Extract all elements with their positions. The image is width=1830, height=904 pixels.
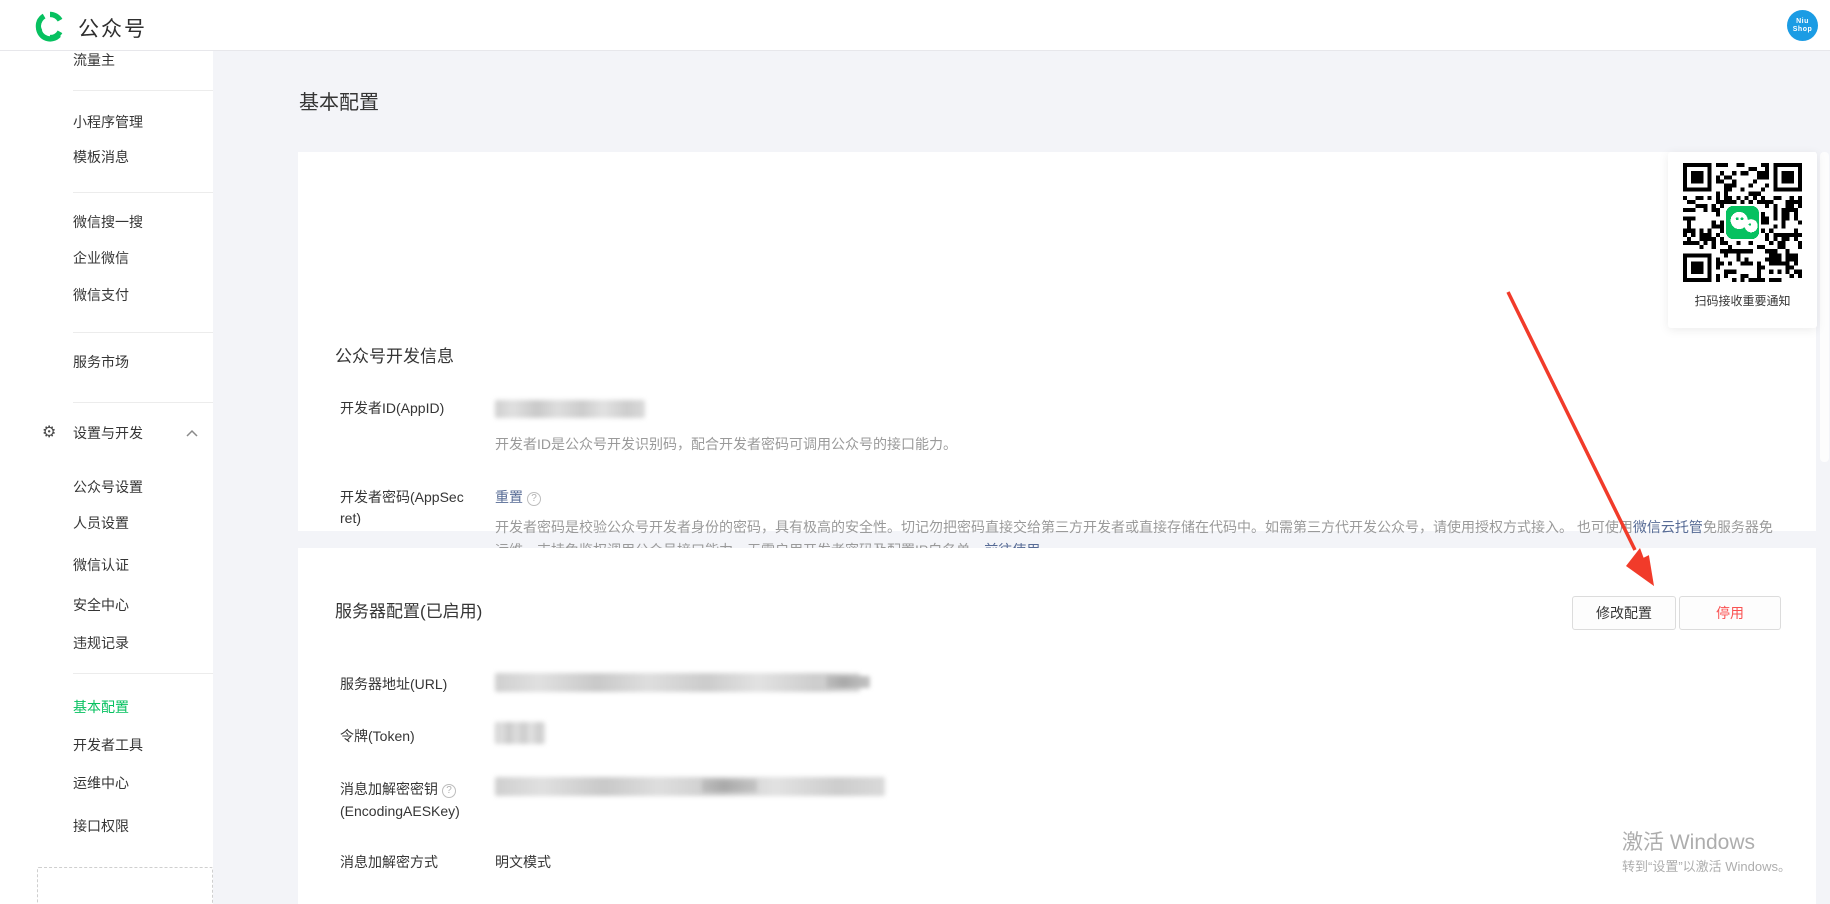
aeskey-value-redacted bbox=[495, 777, 885, 796]
avatar-text-line2: Shop bbox=[1787, 26, 1818, 34]
account-avatar[interactable]: Niu Shop bbox=[1787, 10, 1818, 41]
dev-info-card: 公众号开发信息 开发者ID(AppID) 开发者ID是公众号开发识别码，配合开发… bbox=[298, 152, 1816, 531]
disable-button[interactable]: 停用 bbox=[1679, 596, 1781, 630]
sidebar-item-search[interactable]: 微信搜一搜 bbox=[73, 212, 143, 232]
wechat-mp-logo-icon[interactable] bbox=[34, 10, 66, 42]
sidebar-item-ops-center[interactable]: 运维中心 bbox=[73, 773, 129, 793]
appid-value-redacted bbox=[495, 400, 645, 418]
sidebar-divider bbox=[73, 192, 213, 193]
token-value-redacted bbox=[495, 722, 545, 744]
modify-config-button[interactable]: 修改配置 bbox=[1572, 596, 1676, 630]
qr-code-image bbox=[1683, 163, 1802, 282]
sidebar-item-verification[interactable]: 微信认证 bbox=[73, 555, 129, 575]
sidebar-item-account-settings[interactable]: 公众号设置 bbox=[73, 477, 143, 497]
sidebar-nav: 流量主 小程序管理 模板消息 微信搜一搜 企业微信 微信支付 服务市场 ⚙ 设置… bbox=[0, 51, 213, 904]
encrypt-mode-value: 明文模式 bbox=[495, 852, 551, 872]
sidebar-item-wecom[interactable]: 企业微信 bbox=[73, 248, 129, 268]
sidebar-item-basic-config[interactable]: 基本配置 bbox=[73, 697, 129, 717]
aeskey-help-icon[interactable]: ? bbox=[442, 784, 456, 798]
page-title: 基本配置 bbox=[299, 86, 379, 115]
appsecret-help-icon[interactable]: ? bbox=[527, 492, 541, 506]
sidebar-item-dev-tools[interactable]: 开发者工具 bbox=[73, 735, 143, 755]
encrypt-mode-label: 消息加解密方式 bbox=[340, 852, 438, 872]
app-root: 公众号 Niu Shop 流量主 小程序管理 模板消息 微信搜一搜 企业微信 微… bbox=[0, 0, 1830, 904]
aeskey-label-line2: (EncodingAESKey) bbox=[340, 803, 460, 819]
sidebar-item-api-permissions[interactable]: 接口权限 bbox=[73, 816, 129, 836]
brand-wordmark: 公众号 bbox=[78, 13, 147, 43]
gear-icon: ⚙ bbox=[42, 423, 56, 443]
sidebar-divider bbox=[73, 332, 213, 333]
avatar-text-line1: Niu bbox=[1787, 18, 1818, 26]
aeskey-label-text: 消息加解密密钥 bbox=[340, 781, 438, 797]
reset-appsecret-link[interactable]: 重置 bbox=[495, 489, 523, 505]
sidebar-group-settings-dev[interactable]: 设置与开发 bbox=[73, 423, 143, 443]
aeskey-label-line1: 消息加解密密钥? bbox=[340, 779, 456, 799]
sidebar-divider bbox=[73, 673, 213, 674]
qr-notice-panel: 扫码接收重要通知 bbox=[1668, 152, 1817, 328]
sidebar-divider bbox=[73, 90, 213, 91]
appsecret-label-line2: ret) bbox=[340, 510, 361, 526]
chevron-up-icon[interactable] bbox=[186, 423, 198, 443]
appsecret-label-line1: 开发者密码(AppSec bbox=[340, 487, 464, 507]
token-label: 令牌(Token) bbox=[340, 726, 415, 746]
sidebar-item-security-center[interactable]: 安全中心 bbox=[73, 595, 129, 615]
new-features-button[interactable]: ＋新的功能 bbox=[37, 867, 213, 904]
sidebar-divider bbox=[73, 402, 213, 403]
appid-label: 开发者ID(AppID) bbox=[340, 398, 444, 418]
sidebar-item-wepay[interactable]: 微信支付 bbox=[73, 285, 129, 305]
appsecret-desc-text: 开发者密码是校验公众号开发者身份的密码，具有极高的安全性。切记勿把密码直接交给第… bbox=[495, 519, 1633, 535]
sidebar-item-template-message[interactable]: 模板消息 bbox=[73, 147, 129, 167]
cloud-hosting-link[interactable]: 微信云托管 bbox=[1633, 519, 1703, 535]
appsecret-desc-text: 免服务器免 bbox=[1703, 519, 1773, 535]
sidebar-item-traffic[interactable]: 流量主 bbox=[73, 50, 115, 70]
windows-activation-watermark-line1: 激活 Windows bbox=[1622, 826, 1755, 856]
appid-description: 开发者ID是公众号开发识别码，配合开发者密码可调用公众号的接口能力。 bbox=[495, 433, 957, 456]
server-config-section-title: 服务器配置(已启用) bbox=[335, 597, 482, 622]
aeskey-value-redacted bbox=[702, 780, 757, 792]
server-url-value-redacted bbox=[826, 676, 870, 688]
server-url-label: 服务器地址(URL) bbox=[340, 674, 447, 694]
dev-info-section-title: 公众号开发信息 bbox=[335, 342, 454, 367]
qr-caption: 扫码接收重要通知 bbox=[1668, 292, 1817, 309]
scrollbar[interactable] bbox=[1820, 152, 1829, 462]
sidebar-item-miniprogram[interactable]: 小程序管理 bbox=[73, 112, 143, 132]
sidebar-item-staff-settings[interactable]: 人员设置 bbox=[73, 513, 129, 533]
top-header: 公众号 Niu Shop bbox=[0, 0, 1830, 51]
server-config-card: 服务器配置(已启用) 修改配置 停用 服务器地址(URL) 令牌(Token) … bbox=[298, 548, 1816, 904]
sidebar-item-violation-record[interactable]: 违规记录 bbox=[73, 633, 129, 653]
sidebar-item-service-market[interactable]: 服务市场 bbox=[73, 352, 129, 372]
server-url-value-redacted bbox=[495, 673, 860, 692]
appsecret-actions: 重置? bbox=[495, 487, 541, 507]
windows-activation-watermark-line2: 转到“设置”以激活 Windows。 bbox=[1622, 856, 1791, 875]
